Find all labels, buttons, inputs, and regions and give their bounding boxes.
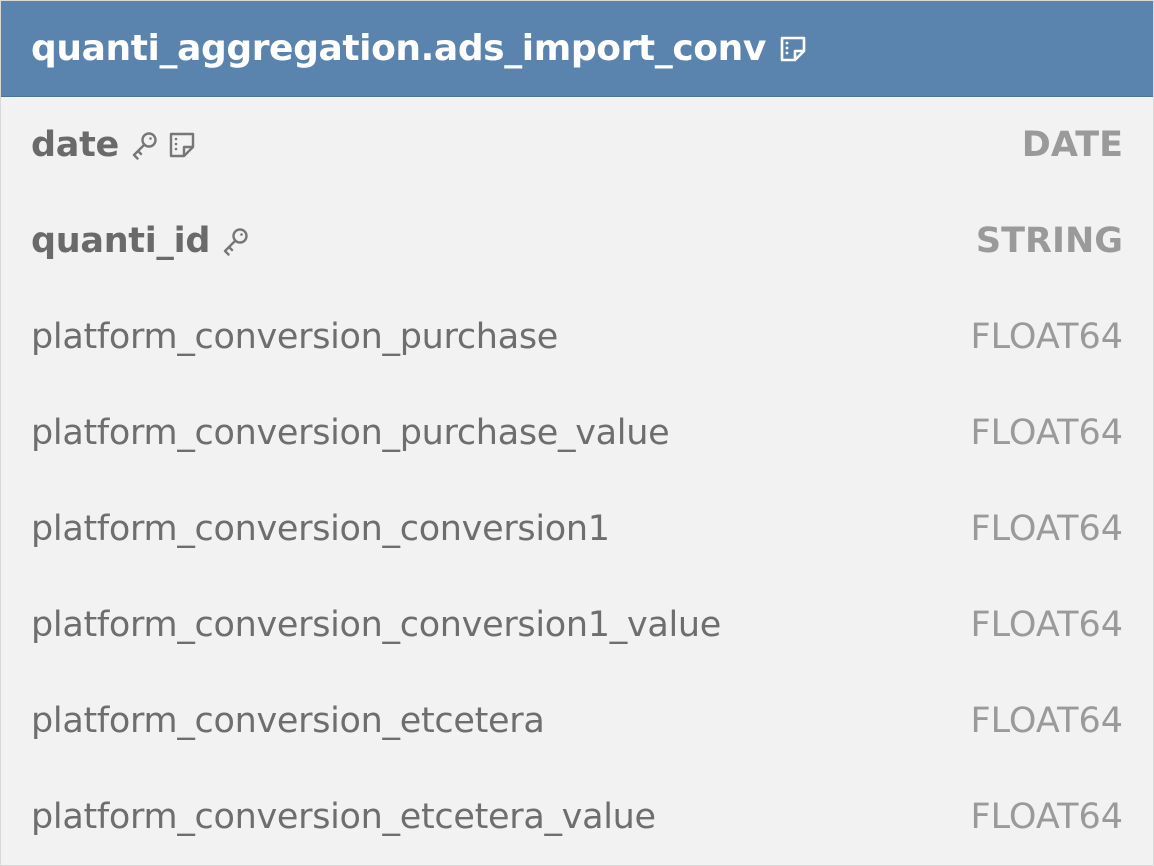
column-name: date xyxy=(31,125,119,165)
column-type: DATE xyxy=(1021,125,1123,165)
column-name: platform_conversion_conversion1 xyxy=(31,509,610,549)
column-row-date[interactable]: date DATE xyxy=(1,97,1153,193)
note-icon[interactable] xyxy=(778,34,808,64)
column-name: platform_conversion_etcetera_value xyxy=(31,797,656,837)
note-icon[interactable] xyxy=(167,130,197,160)
column-type: FLOAT64 xyxy=(970,413,1123,453)
column-row-platform-conversion-etcetera-value[interactable]: platform_conversion_etcetera_value FLOAT… xyxy=(1,769,1153,865)
column-type: FLOAT64 xyxy=(970,317,1123,357)
column-name: platform_conversion_conversion1_value xyxy=(31,605,722,645)
table-header[interactable]: quanti_aggregation.ads_import_conv xyxy=(1,1,1153,97)
column-row-quanti-id[interactable]: quanti_id STRING xyxy=(1,193,1153,289)
key-icon xyxy=(220,226,250,256)
column-row-platform-conversion-conversion1[interactable]: platform_conversion_conversion1 FLOAT64 xyxy=(1,481,1153,577)
table-node[interactable]: quanti_aggregation.ads_import_conv date xyxy=(0,0,1154,866)
column-type: FLOAT64 xyxy=(970,701,1123,741)
column-row-platform-conversion-conversion1-value[interactable]: platform_conversion_conversion1_value FL… xyxy=(1,577,1153,673)
column-row-platform-conversion-purchase-value[interactable]: platform_conversion_purchase_value FLOAT… xyxy=(1,385,1153,481)
column-type: STRING xyxy=(975,221,1123,261)
column-name: quanti_id xyxy=(31,221,211,261)
column-type: FLOAT64 xyxy=(970,605,1123,645)
column-type: FLOAT64 xyxy=(970,797,1123,837)
column-name: platform_conversion_etcetera xyxy=(31,701,545,741)
key-icon xyxy=(129,130,159,160)
column-row-platform-conversion-purchase[interactable]: platform_conversion_purchase FLOAT64 xyxy=(1,289,1153,385)
column-list: date DATE quanti_id STRING platform_conv… xyxy=(1,97,1153,865)
column-name: platform_conversion_purchase_value xyxy=(31,413,670,453)
table-title: quanti_aggregation.ads_import_conv xyxy=(31,28,766,69)
column-row-platform-conversion-etcetera[interactable]: platform_conversion_etcetera FLOAT64 xyxy=(1,673,1153,769)
column-name: platform_conversion_purchase xyxy=(31,317,559,357)
column-type: FLOAT64 xyxy=(970,509,1123,549)
